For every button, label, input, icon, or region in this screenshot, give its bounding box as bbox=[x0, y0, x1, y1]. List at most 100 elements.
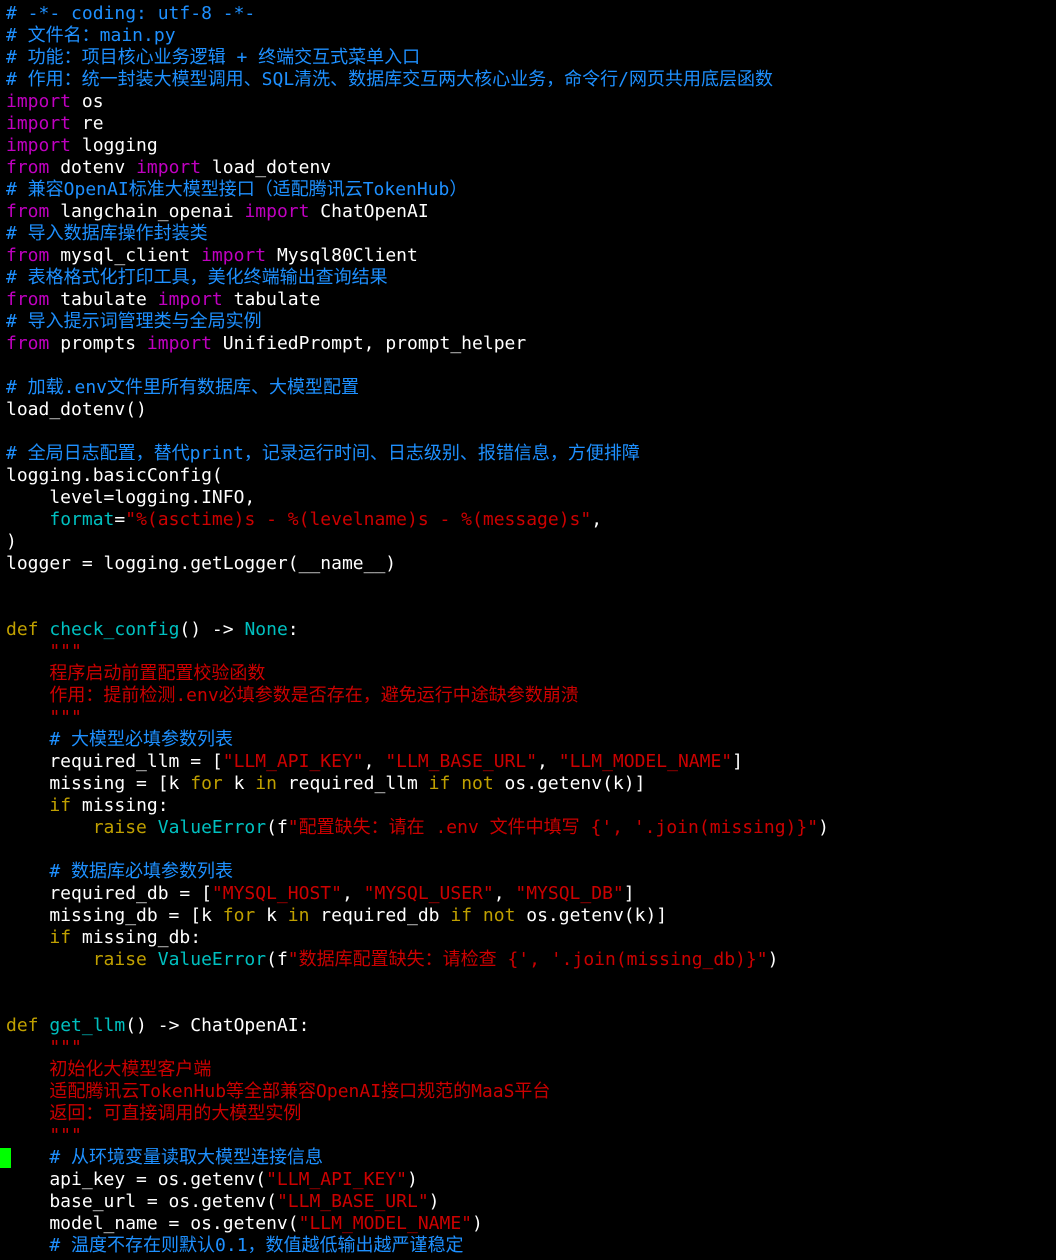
code-line[interactable]: base_url = os.getenv("LLM_BASE_URL") bbox=[6, 1191, 1052, 1213]
code-token-default: , bbox=[363, 751, 386, 772]
code-token-comment: # 大模型必填参数列表 bbox=[6, 729, 234, 750]
code-line[interactable]: # 作用：统一封装大模型调用、SQL清洗、数据库交互两大核心业务，命令行/网页共… bbox=[6, 69, 1052, 91]
code-token-string: "数据库配置缺失：请检查 {', '.join(missing_db)}" bbox=[287, 949, 768, 970]
code-line[interactable]: """ bbox=[6, 1037, 1052, 1059]
code-line[interactable]: if missing_db: bbox=[6, 927, 1052, 949]
code-line[interactable]: # 导入数据库操作封装类 bbox=[6, 223, 1052, 245]
code-token-default: UnifiedPrompt, prompt_helper bbox=[211, 333, 527, 354]
code-line[interactable]: api_key = os.getenv("LLM_API_KEY") bbox=[6, 1169, 1052, 1191]
code-line[interactable]: required_llm = ["LLM_API_KEY", "LLM_BASE… bbox=[6, 751, 1052, 773]
code-token-default: : bbox=[287, 619, 299, 640]
code-token-comment: # 导入数据库操作封装类 bbox=[6, 223, 208, 244]
code-token-def: def bbox=[6, 619, 39, 640]
code-line[interactable]: required_db = ["MYSQL_HOST", "MYSQL_USER… bbox=[6, 883, 1052, 905]
code-line[interactable]: """ bbox=[6, 707, 1052, 729]
code-token-def: raise bbox=[92, 949, 147, 970]
code-line[interactable]: from langchain_openai import ChatOpenAI bbox=[6, 201, 1052, 223]
code-line[interactable]: # 数据库必填参数列表 bbox=[6, 861, 1052, 883]
code-token-string: """ bbox=[6, 1125, 82, 1146]
code-token-default: logger = logging.getLogger(__name__) bbox=[6, 553, 397, 574]
code-token-function: ValueError bbox=[157, 817, 267, 838]
code-line[interactable]: # 加载.env文件里所有数据库、大模型配置 bbox=[6, 377, 1052, 399]
code-token-default: load_dotenv() bbox=[6, 399, 147, 420]
code-line[interactable]: 适配腾讯云TokenHub等全部兼容OpenAI接口规范的MaaS平台 bbox=[6, 1081, 1052, 1103]
code-token-default: logging.basicConfig( bbox=[6, 465, 223, 486]
code-line[interactable]: # 文件名：main.py bbox=[6, 25, 1052, 47]
code-line[interactable]: # -*- coding: utf-8 -*- bbox=[6, 3, 1052, 25]
code-line[interactable]: missing = [k for k in required_llm if no… bbox=[6, 773, 1052, 795]
code-line[interactable]: # 兼容OpenAI标准大模型接口（适配腾讯云TokenHub） bbox=[6, 179, 1052, 201]
code-line[interactable]: """ bbox=[6, 1125, 1052, 1147]
code-line[interactable] bbox=[6, 597, 1052, 619]
code-line[interactable]: 程序启动前置配置校验函数 bbox=[6, 663, 1052, 685]
code-line[interactable]: if missing: bbox=[6, 795, 1052, 817]
code-line[interactable]: from mysql_client import Mysql80Client bbox=[6, 245, 1052, 267]
code-token-default: dotenv bbox=[49, 157, 137, 178]
code-token-default: api_key = os.getenv( bbox=[6, 1169, 267, 1190]
code-line[interactable]: def check_config() -> None: bbox=[6, 619, 1052, 641]
code-line[interactable]: raise ValueError(f"数据库配置缺失：请检查 {', '.joi… bbox=[6, 949, 1052, 971]
code-line[interactable] bbox=[6, 839, 1052, 861]
code-line[interactable] bbox=[6, 993, 1052, 1015]
code-token-string: "LLM_MODEL_NAME" bbox=[558, 751, 733, 772]
code-line[interactable] bbox=[6, 971, 1052, 993]
code-line[interactable]: def get_llm() -> ChatOpenAI: bbox=[6, 1015, 1052, 1037]
code-token-keyword: import bbox=[201, 245, 267, 266]
code-token-keyword: import bbox=[6, 113, 72, 134]
code-token-def: raise bbox=[92, 817, 147, 838]
code-line[interactable]: # 表格格式化打印工具，美化终端输出查询结果 bbox=[6, 267, 1052, 289]
code-token-default: ) bbox=[818, 817, 829, 838]
code-line[interactable]: load_dotenv() bbox=[6, 399, 1052, 421]
code-line[interactable]: from dotenv import load_dotenv bbox=[6, 157, 1052, 179]
code-token-def: for bbox=[222, 905, 256, 926]
code-line[interactable]: import re bbox=[6, 113, 1052, 135]
code-line[interactable]: import os bbox=[6, 91, 1052, 113]
code-token-string: "LLM_API_KEY" bbox=[222, 751, 364, 772]
code-line[interactable] bbox=[6, 421, 1052, 443]
code-editor[interactable]: # -*- coding: utf-8 -*- # 文件名：main.py # 功能… bbox=[0, 3, 1052, 1257]
code-token-function: ValueError bbox=[157, 949, 267, 970]
code-line[interactable]: # 大模型必填参数列表 bbox=[6, 729, 1052, 751]
code-line[interactable]: logging.basicConfig( bbox=[6, 465, 1052, 487]
code-line[interactable]: missing_db = [k for k in required_db if … bbox=[6, 905, 1052, 927]
code-line[interactable] bbox=[6, 355, 1052, 377]
code-line[interactable]: 初始化大模型客户端 bbox=[6, 1059, 1052, 1081]
code-token-comment: # 导入提示词管理类与全局实例 bbox=[6, 311, 262, 332]
code-token-default: ] bbox=[623, 883, 635, 904]
code-token-default: ) bbox=[6, 531, 17, 552]
code-token-default bbox=[6, 795, 49, 816]
code-token-comment: # 表格格式化打印工具，美化终端输出查询结果 bbox=[6, 267, 388, 288]
code-token-default: level=logging.INFO, bbox=[6, 487, 256, 508]
code-token-default: logging bbox=[71, 135, 158, 156]
code-line[interactable]: 作用：提前检测.env必填参数是否存在，避免运行中途缺参数崩溃 bbox=[6, 685, 1052, 707]
code-line[interactable]: 返回：可直接调用的大模型实例 bbox=[6, 1103, 1052, 1125]
code-line[interactable]: ) bbox=[6, 531, 1052, 553]
code-line[interactable]: # 功能：项目核心业务逻辑 + 终端交互式菜单入口 bbox=[6, 47, 1052, 69]
code-line[interactable]: # 从环境变量读取大模型连接信息 bbox=[0, 1147, 1052, 1169]
code-token-default: os.getenv(k)] bbox=[515, 905, 668, 926]
code-line[interactable] bbox=[6, 575, 1052, 597]
code-token-def: in bbox=[287, 905, 310, 926]
code-token-keyword: from bbox=[6, 289, 50, 310]
code-line[interactable]: raise ValueError(f"配置缺失：请在 .env 文件中填写 {'… bbox=[6, 817, 1052, 839]
code-line[interactable]: logger = logging.getLogger(__name__) bbox=[6, 553, 1052, 575]
code-line[interactable]: level=logging.INFO, bbox=[6, 487, 1052, 509]
code-line[interactable]: """ bbox=[6, 641, 1052, 663]
code-line[interactable]: import logging bbox=[6, 135, 1052, 157]
code-line[interactable]: # 导入提示词管理类与全局实例 bbox=[6, 311, 1052, 333]
code-line[interactable]: model_name = os.getenv("LLM_MODEL_NAME") bbox=[6, 1213, 1052, 1235]
code-token-default: ) bbox=[767, 949, 779, 970]
code-line[interactable]: from tabulate import tabulate bbox=[6, 289, 1052, 311]
code-token-default: k bbox=[255, 905, 288, 926]
code-line[interactable]: # 温度不存在则默认0.1，数值越低输出越严谨稳定 bbox=[6, 1235, 1052, 1257]
code-line[interactable]: format="%(asctime)s - %(levelname)s - %(… bbox=[6, 509, 1052, 531]
code-token-default: required_llm bbox=[276, 773, 429, 794]
code-line[interactable]: # 全局日志配置，替代print，记录运行时间、日志级别、报错信息，方便排障 bbox=[6, 443, 1052, 465]
code-token-comment: # -*- coding: utf-8 -*- bbox=[6, 3, 256, 24]
code-token-keyword: import bbox=[146, 333, 212, 354]
code-token-keyword: from bbox=[6, 157, 50, 178]
code-line[interactable]: from prompts import UnifiedPrompt, promp… bbox=[6, 333, 1052, 355]
code-token-comment: # 作用：统一封装大模型调用、SQL清洗、数据库交互两大核心业务，命令行/网页共… bbox=[6, 69, 774, 90]
code-token-def: if bbox=[428, 773, 451, 794]
code-token-default: tabulate bbox=[222, 289, 321, 310]
